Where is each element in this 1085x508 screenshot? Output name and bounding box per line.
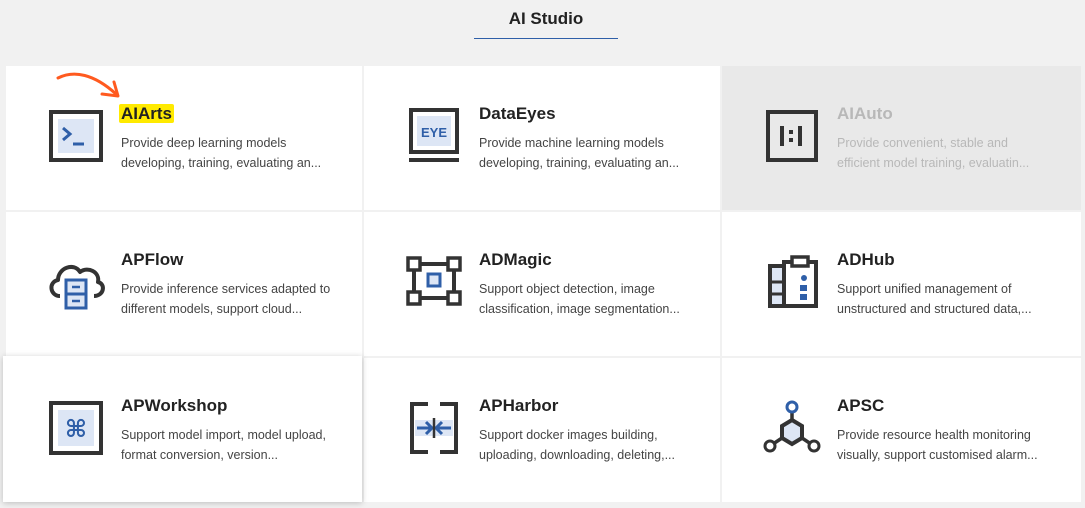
- card-description: Provide inference services adapted to di…: [121, 282, 331, 316]
- card-title: APWorkshop: [121, 396, 228, 415]
- card-description: Provide convenient, stable and efficient…: [837, 136, 1030, 170]
- card-title: APFlow: [121, 250, 184, 269]
- tab-underline: [474, 38, 618, 39]
- card-title: DataEyes: [479, 104, 556, 123]
- page-title: AI Studio: [508, 9, 584, 28]
- card-aiauto: AIAuto Provide convenient, stable and ef…: [722, 66, 1081, 210]
- card-description: Support unified management of unstructur…: [837, 282, 1032, 316]
- card-admagic[interactable]: ADMagic Support object detection, image …: [364, 212, 720, 356]
- card-description: Support object detection, image classifi…: [479, 282, 680, 316]
- eye-icon-text: EYE: [421, 125, 447, 140]
- card-apharbor[interactable]: APHarbor Support docker images building,…: [364, 358, 720, 502]
- card-description: Support docker images building, uploadin…: [479, 428, 675, 462]
- annotation-arrow-icon: [56, 72, 120, 98]
- studio-tab[interactable]: AI Studio: [474, 0, 618, 40]
- card-apsc[interactable]: APSC Provide resource health monitoring …: [722, 358, 1081, 502]
- card-apworkshop[interactable]: ⌘ APWorkshop Support model import, model…: [3, 356, 362, 502]
- card-description: Provide deep learning models developing,…: [121, 136, 322, 170]
- card-dataeyes[interactable]: EYE DataEyes Provide machine learning mo…: [364, 66, 720, 210]
- card-adhub[interactable]: ADHub Support unified management of unst…: [722, 212, 1081, 356]
- eye-monitor-icon: EYE: [404, 106, 464, 166]
- card-apflow[interactable]: APFlow Provide inference services adapte…: [6, 212, 362, 356]
- card-description: Support model import, model upload, form…: [121, 428, 326, 462]
- clipboard-data-icon: [762, 252, 822, 312]
- card-title: ADMagic: [479, 250, 552, 269]
- cloud-server-icon: [46, 252, 106, 312]
- card-title: ADHub: [837, 250, 895, 269]
- card-title: APSC: [837, 396, 885, 415]
- bounding-box-icon: [404, 252, 464, 312]
- app-grid: AIArts Provide deep learning models deve…: [3, 66, 1081, 502]
- card-title: AIAuto: [837, 104, 893, 123]
- command-glyph: ⌘: [65, 415, 87, 443]
- auto-box-icon: [762, 106, 822, 166]
- command-key-icon: ⌘: [46, 398, 106, 458]
- harbor-arrows-icon: [404, 398, 464, 458]
- card-description: Provide machine learning models developi…: [479, 136, 680, 170]
- card-description: Provide resource health monitoring visua…: [837, 428, 1038, 462]
- network-nodes-icon: [762, 398, 822, 458]
- card-title: APHarbor: [479, 396, 559, 415]
- terminal-icon: [46, 106, 106, 166]
